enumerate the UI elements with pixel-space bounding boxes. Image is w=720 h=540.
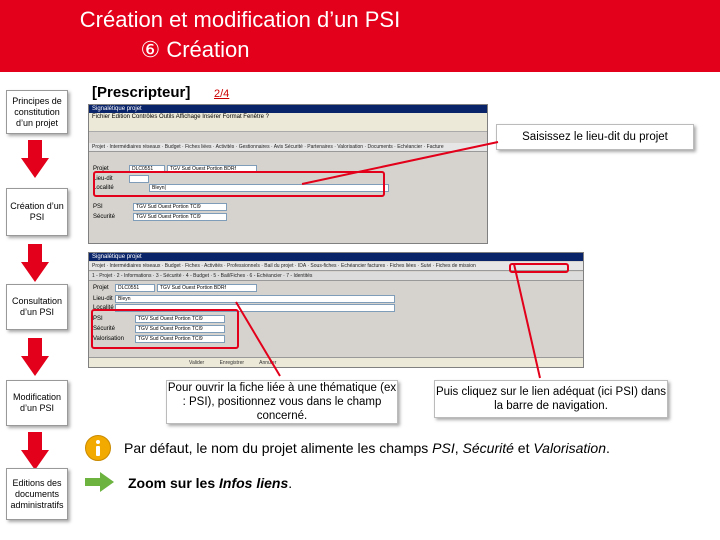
green-arrow-icon [84, 472, 114, 492]
step-label: Création d’un PSI [10, 201, 64, 222]
page-title: Création et modification d’un PSI [79, 7, 401, 32]
down-arrow-icon [21, 432, 49, 470]
header-banner: Création et modification d’un PSI ⑥ Créa… [0, 0, 720, 72]
info-text-securite: Sécurité [462, 440, 514, 456]
info-text-suffix: . [606, 440, 610, 456]
step-creation[interactable]: Création d’un PSI [6, 188, 68, 236]
info-text-sep: , [454, 440, 463, 456]
info-text-part: Par défaut, le nom du projet alimente le… [124, 440, 433, 456]
projet-name-field[interactable]: TGV Sud Ouest Portion BDRf [157, 284, 257, 292]
window-titlebar: Signalétique projet [89, 253, 583, 261]
callout-pointer-line [301, 141, 499, 185]
callout-lieu-dit: Saisissez le lieu-dit du projet [496, 124, 694, 150]
projet-code-field[interactable]: DLC0551 [115, 284, 155, 292]
step-label: Modification d’un PSI [12, 392, 62, 413]
step-principes[interactable]: Principes de constitution d’un projet [6, 90, 68, 134]
page-subtitle: ⑥ Création [140, 37, 250, 62]
step-editions[interactable]: Editions des documents administratifs [6, 468, 68, 520]
info-icon [84, 434, 112, 462]
psi-field[interactable]: TGV Sud Ouest Portion TCI9 [133, 203, 227, 211]
callout-pointer-line [513, 263, 541, 379]
field-label: Sécurité [93, 214, 116, 220]
section-title: [Prescripteur] [92, 84, 191, 101]
down-arrow-icon [21, 140, 49, 178]
step-modification[interactable]: Modification d’un PSI [6, 380, 68, 426]
zoom-text-suffix: . [288, 475, 293, 491]
menu-bar: Fichier Edition Contrôles Outils Afficha… [89, 113, 487, 122]
info-text: Par défaut, le nom du projet alimente le… [124, 440, 610, 456]
window-titlebar: Signalétique projet [89, 105, 487, 113]
step-consultation[interactable]: Consultation d’un PSI [6, 284, 68, 330]
form-row-psi: PSI TGV Sud Ouest Portion TCI9 [93, 203, 483, 211]
toolbar [89, 122, 487, 132]
zoom-text-part: Zoom sur les [128, 475, 220, 491]
callout-lien: Puis cliquez sur le lien adéquat (ici PS… [434, 380, 668, 418]
step-label: Consultation d’un PSI [11, 296, 63, 317]
field-label: PSI [93, 204, 103, 210]
info-text-sep: et [513, 440, 534, 456]
info-text-psi: PSI [432, 440, 455, 456]
step-label: Principes de constitution d’un projet [12, 95, 62, 128]
highlight-thematique-fields [91, 309, 239, 349]
down-arrow-icon [21, 244, 49, 282]
callout-fiche-liee: Pour ouvrir la fiche liée à une thématiq… [166, 380, 398, 424]
info-text-valorisation: Valorisation [533, 440, 606, 456]
page-indicator[interactable]: 2/4 [214, 88, 229, 100]
step-label: Editions des documents administratifs [10, 477, 64, 510]
form-row-securite: Sécurité TGV Sud Ouest Portion TCI9 [93, 213, 483, 221]
callout-pointer-line [235, 301, 281, 377]
down-arrow-icon [21, 338, 49, 376]
zoom-text-italic: Infos liens [219, 475, 289, 491]
zoom-text: Zoom sur les Infos liens. [128, 475, 292, 491]
securite-field[interactable]: TGV Sud Ouest Portion TCI9 [133, 213, 227, 221]
